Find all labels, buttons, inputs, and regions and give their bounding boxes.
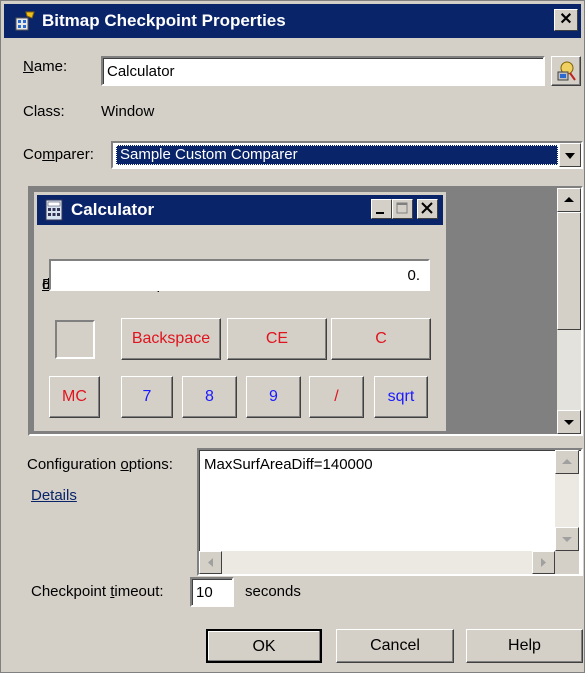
calc-backspace-key: Backspace — [121, 318, 221, 360]
calc-7-key: 7 — [121, 376, 173, 418]
config-hscroll[interactable] — [199, 551, 555, 574]
object-picker-button[interactable] — [551, 56, 581, 86]
scroll-corner — [555, 551, 579, 574]
maximize-button — [392, 199, 413, 219]
close-icon: ✕ — [559, 11, 573, 28]
arrow-left-icon — [208, 558, 213, 567]
arrow-down-icon — [562, 537, 572, 542]
scroll-thumb[interactable] — [557, 212, 581, 330]
name-field[interactable]: Calculator — [101, 56, 545, 86]
cancel-button[interactable]: Cancel — [336, 629, 454, 663]
calc-8-key: 8 — [182, 376, 237, 418]
arrow-up-icon — [564, 197, 574, 202]
minimize-button — [371, 199, 392, 219]
comparer-label: Comparer: — [23, 146, 94, 163]
title-bar[interactable]: Bitmap Checkpoint Properties ✕ — [4, 4, 581, 38]
arrow-right-icon — [541, 558, 546, 567]
timeout-field[interactable]: 10 — [190, 577, 234, 607]
calculator-window-capture: Calculator Edit View Help 0. Backspace C… — [34, 192, 446, 431]
config-options-textarea[interactable]: MaxSurfAreaDiff=140000 — [197, 448, 583, 576]
comparer-selected-value: Sample Custom Comparer — [116, 145, 558, 165]
comparer-dropdown-button[interactable] — [559, 143, 581, 167]
calc-close-button — [417, 199, 438, 219]
ok-button[interactable]: OK — [206, 629, 322, 663]
bitmap-preview: Calculator Edit View Help 0. Backspace C… — [28, 186, 583, 436]
chevron-down-icon — [565, 153, 575, 159]
name-label: Name: — [23, 58, 68, 75]
memory-indicator — [55, 320, 95, 359]
preview-scrollbar[interactable] — [557, 188, 581, 434]
calc-ce-key: CE — [227, 318, 327, 360]
checkpoint-timeout-label: Checkpoint timeout: — [31, 583, 164, 600]
config-options-label: Configuration options: — [27, 456, 173, 473]
class-label: Class: — [23, 103, 65, 120]
checkpoint-icon — [15, 11, 35, 31]
config-text: MaxSurfAreaDiff=140000 — [204, 456, 373, 473]
minimize-icon — [376, 212, 384, 214]
comparer-dropdown[interactable]: Sample Custom Comparer — [111, 141, 583, 169]
config-scroll-down[interactable] — [555, 527, 579, 551]
close-button[interactable]: ✕ — [554, 9, 578, 31]
timeout-unit: seconds — [245, 583, 301, 600]
calculator-title-bar: Calculator — [37, 195, 443, 225]
maximize-icon — [396, 202, 408, 214]
arrow-up-icon — [562, 459, 572, 464]
calc-9-key: 9 — [246, 376, 301, 418]
timeout-value: 10 — [196, 584, 213, 601]
config-scroll-right[interactable] — [532, 551, 555, 574]
config-scroll-left[interactable] — [199, 551, 222, 574]
calculator-icon — [45, 199, 63, 221]
help-button[interactable]: Help — [466, 629, 583, 663]
calculator-display: 0. — [49, 259, 430, 291]
scroll-down-button[interactable] — [557, 410, 581, 434]
details-link[interactable]: Details — [31, 487, 77, 504]
scroll-up-button[interactable] — [557, 188, 581, 212]
calc-sqrt-key: sqrt — [374, 376, 428, 418]
config-scroll-up[interactable] — [555, 450, 579, 474]
object-spy-icon — [557, 61, 576, 81]
config-vscroll[interactable] — [555, 450, 579, 551]
calc-mc-key: MC — [49, 376, 100, 418]
dialog-title: Bitmap Checkpoint Properties — [42, 11, 286, 30]
calc-c-key: C — [331, 318, 431, 360]
display-value: 0. — [407, 267, 420, 284]
bitmap-checkpoint-dialog: Bitmap Checkpoint Properties ✕ Name: Cal… — [0, 0, 585, 673]
name-value: Calculator — [107, 63, 175, 80]
calculator-title: Calculator — [71, 200, 155, 219]
arrow-down-icon — [564, 420, 574, 425]
close-icon — [421, 202, 433, 214]
calc-divide-key: / — [309, 376, 364, 418]
class-value: Window — [101, 103, 155, 120]
